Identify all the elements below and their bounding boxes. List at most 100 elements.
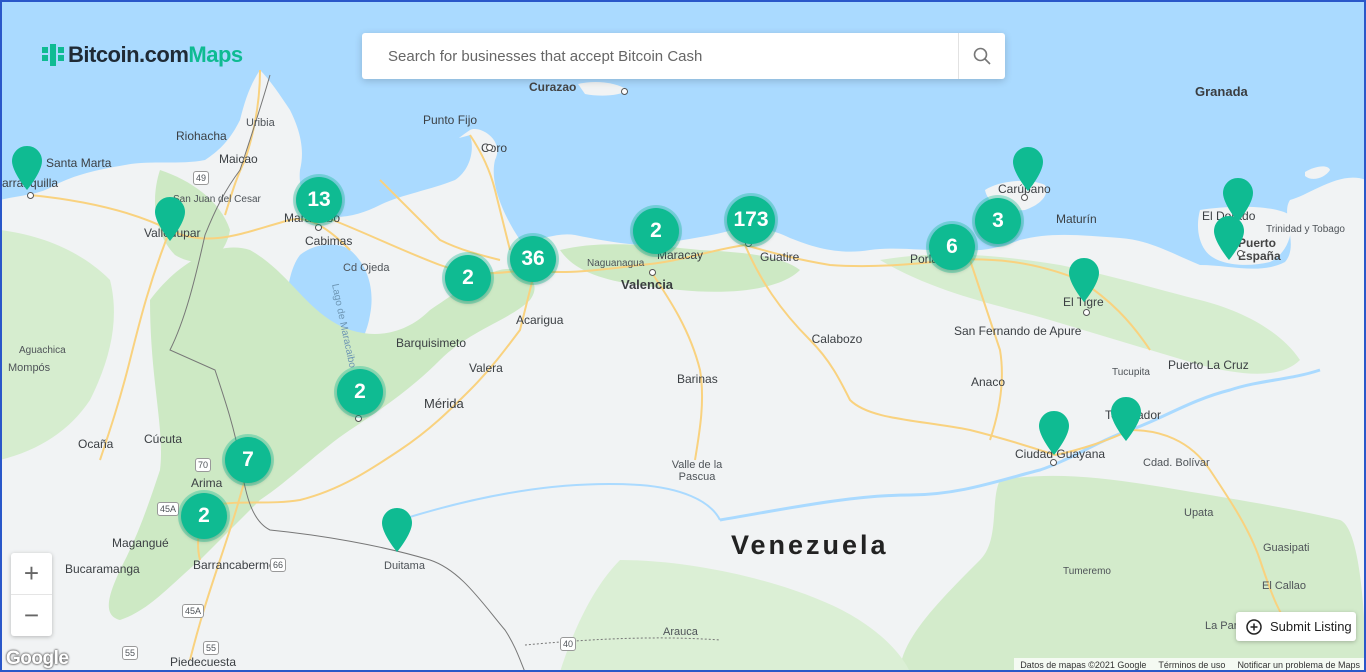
road-shield: 55 xyxy=(122,646,139,660)
search-bar xyxy=(362,33,1005,79)
cluster-count: 13 xyxy=(307,188,331,211)
search-input[interactable] xyxy=(362,33,958,79)
plus-circle-icon xyxy=(1246,618,1262,635)
road-shield: 49 xyxy=(193,171,210,185)
map-label: San Juan del Cesar xyxy=(173,194,261,205)
map-label: Barinas xyxy=(677,372,718,386)
marker-cluster[interactable]: 7 xyxy=(225,437,271,483)
attribution-data: Datos de mapas ©2021 Google xyxy=(1020,660,1147,670)
map-label: Valle de la Pascua xyxy=(671,459,723,483)
map-label: San Fernando de Apure xyxy=(954,324,1082,338)
map-label: Maturín xyxy=(1056,212,1097,226)
map-pin-icon[interactable] xyxy=(1213,215,1245,261)
city-dot xyxy=(649,269,656,276)
road-shield: 55 xyxy=(203,641,220,655)
cluster-count: 2 xyxy=(462,266,474,289)
submit-listing-button[interactable]: Submit Listing xyxy=(1236,612,1356,641)
marker-cluster[interactable]: 3 xyxy=(975,198,1021,244)
cluster-count: 2 xyxy=(354,380,366,403)
map-label: Cdad. Bolívar xyxy=(1143,457,1210,469)
map-label: Acarigua xyxy=(516,313,564,327)
zoom-out-button[interactable]: − xyxy=(11,595,52,636)
submit-listing-label: Submit Listing xyxy=(1270,619,1352,634)
map-label: Naguanagua xyxy=(587,258,645,269)
map-label: Trinidad y Tobago xyxy=(1266,224,1345,235)
map-label: Tucupita xyxy=(1112,367,1150,378)
map-label: Uribia xyxy=(246,117,275,129)
attribution-report-link[interactable]: Notificar un problema de Maps xyxy=(1237,660,1360,670)
map-label: Guasipati xyxy=(1263,542,1310,554)
city-dot xyxy=(1021,194,1028,201)
map-label: Cúcuta xyxy=(144,432,183,446)
map-pin-icon[interactable] xyxy=(381,507,413,553)
map-label: Calabozo xyxy=(811,332,863,346)
map-label: Magangué xyxy=(112,536,169,550)
map-label: Puerto La Cruz xyxy=(1168,358,1249,372)
map-label: Valera xyxy=(469,361,503,375)
city-dot xyxy=(355,415,362,422)
brand-name-maps: Maps xyxy=(188,42,243,67)
cluster-count: 2 xyxy=(198,504,210,527)
cluster-count: 6 xyxy=(946,235,958,258)
map-label: Guatire xyxy=(760,250,800,264)
map-label: Punto Fijo xyxy=(423,113,478,127)
city-dot xyxy=(27,192,34,199)
map-label: Mompós xyxy=(8,362,51,374)
zoom-in-button[interactable]: + xyxy=(11,553,52,594)
road-shield: 66 xyxy=(270,558,287,572)
city-dot xyxy=(621,88,628,95)
map-pin-icon[interactable] xyxy=(1038,410,1070,456)
marker-cluster[interactable]: 6 xyxy=(929,224,975,270)
country-label: Venezuela xyxy=(731,530,889,560)
map-canvas[interactable]: Curazao Granada Punto Fijo Coro Riohacha… xyxy=(0,0,1366,672)
marker-cluster[interactable]: 2 xyxy=(445,255,491,301)
map-label: Piedecuesta xyxy=(170,655,237,669)
marker-cluster[interactable]: 13 xyxy=(296,177,342,223)
map-label: Bucaramanga xyxy=(65,562,140,576)
map-label: Riohacha xyxy=(176,129,227,143)
map-label: Barquisimeto xyxy=(396,336,467,350)
marker-cluster[interactable]: 2 xyxy=(337,369,383,415)
map-label: Mérida xyxy=(424,396,464,411)
cluster-count: 173 xyxy=(733,208,769,231)
cluster-count: 2 xyxy=(650,219,662,242)
map-attribution: Datos de mapas ©2021 Google Términos de … xyxy=(1014,658,1366,672)
city-dot xyxy=(315,224,322,231)
attribution-terms-link[interactable]: Términos de uso xyxy=(1158,660,1225,670)
brand-name: Bitcoin.comMaps xyxy=(68,42,243,68)
map-label: Maicao xyxy=(219,152,258,166)
map-pin-icon[interactable] xyxy=(1012,146,1044,192)
map-label: Arima xyxy=(191,476,223,490)
bitcoin-cube-icon xyxy=(42,44,64,66)
zoom-controls: + − xyxy=(11,553,52,636)
search-button[interactable] xyxy=(958,33,1005,79)
map-label: Aguachica xyxy=(19,345,66,356)
google-logo: Google xyxy=(6,648,69,669)
map-label: Ocaña xyxy=(78,437,114,451)
marker-cluster[interactable]: 2 xyxy=(181,493,227,539)
marker-cluster[interactable]: 2 xyxy=(633,208,679,254)
map-label: Coro xyxy=(481,141,508,155)
marker-cluster[interactable]: 173 xyxy=(727,196,775,244)
map-label: Duitama xyxy=(384,560,425,572)
road-shield: 45A xyxy=(182,604,205,618)
city-dot xyxy=(486,144,493,151)
guayana-forest xyxy=(900,475,1366,672)
cluster-count: 36 xyxy=(521,247,545,270)
city-dot xyxy=(1050,459,1057,466)
map-label: El Callao xyxy=(1262,580,1307,592)
map-label: Puerto España xyxy=(1238,236,1281,263)
brand-logo[interactable]: Bitcoin.comMaps xyxy=(42,42,243,68)
map-label: Curazao xyxy=(529,80,577,94)
map-pin-icon[interactable] xyxy=(154,196,186,242)
cluster-count: 3 xyxy=(992,209,1004,232)
map-pin-icon[interactable] xyxy=(1110,396,1142,442)
apure-river xyxy=(399,483,721,521)
map-pin-icon[interactable] xyxy=(1068,257,1100,303)
marker-cluster[interactable]: 36 xyxy=(510,236,556,282)
map-label: Upata xyxy=(1184,507,1214,519)
map-label: Cabimas xyxy=(305,234,353,248)
map-pin-icon[interactable] xyxy=(11,145,43,191)
road-shield: 40 xyxy=(560,637,577,651)
cluster-count: 7 xyxy=(242,448,254,471)
